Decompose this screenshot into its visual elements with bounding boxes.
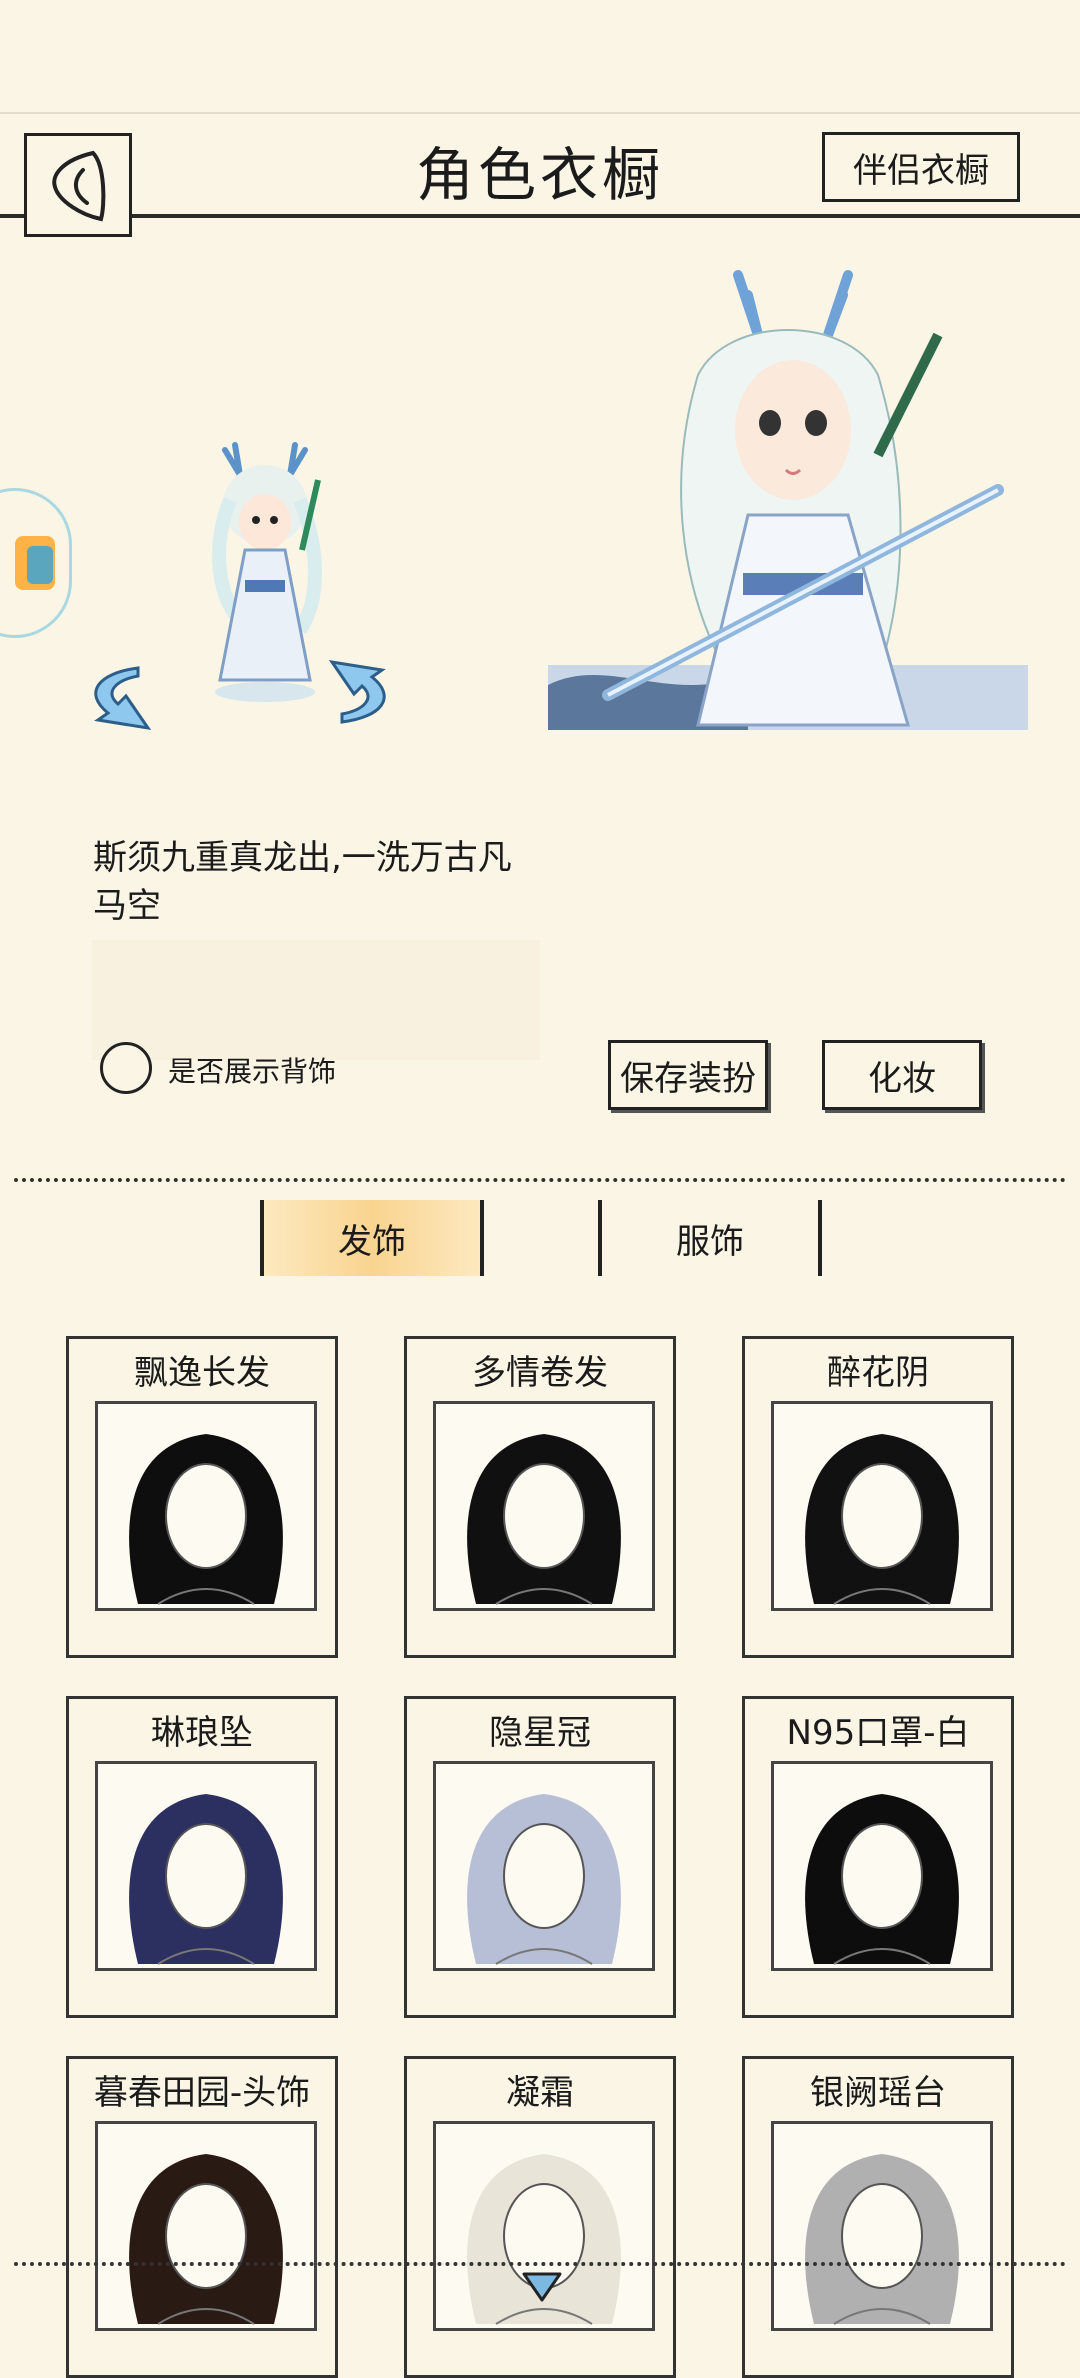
tab-clothing[interactable]: 服饰 [598,1200,822,1276]
show-back-accessory-radio[interactable] [100,1042,152,1094]
hair-item-card[interactable]: 银阙瑶台 [742,2056,1014,2378]
hair-item-name: 暮春田园-头饰 [93,2073,311,2113]
rotate-right-arrow-icon[interactable] [292,652,402,732]
hair-item-card[interactable]: 暮春田园-头饰 [66,2056,338,2378]
hair-item-card[interactable]: 琳琅坠 [66,1696,338,2018]
hair-item-name: 隐星冠 [489,1713,591,1753]
hair-item-name: 多情卷发 [472,1353,608,1393]
bottom-divider [14,2262,1066,2266]
hair-item-name: 银阙瑶台 [810,2073,946,2113]
hair-item-preview [95,1401,317,1611]
header-underline [0,214,1080,218]
hair-item-card[interactable]: 飘逸长发 [66,1336,338,1658]
app-logo-icon [15,536,55,590]
description-background [92,940,540,1060]
hair-item-card[interactable]: 醉花阴 [742,1336,1014,1658]
show-back-accessory-label: 是否展示背饰 [168,1055,337,1088]
floating-shortcut-icon[interactable] [0,488,72,638]
hair-item-preview [433,1761,655,1971]
hair-item-preview [95,1761,317,1971]
hair-item-card[interactable]: 多情卷发 [404,1336,676,1658]
hair-item-name: 醉花阴 [827,1353,929,1393]
hair-item-name: 飘逸长发 [134,1353,270,1393]
top-divider [0,112,1080,114]
character-portrait-illustration [548,270,1028,730]
hair-item-preview [771,1401,993,1611]
hair-item-card[interactable]: 隐星冠 [404,1696,676,2018]
makeup-button[interactable]: 化妆 [822,1040,982,1110]
save-outfit-button[interactable]: 保存装扮 [608,1040,768,1110]
hair-item-preview [95,2121,317,2331]
outfit-description: 斯须九重真龙出,一洗万古凡马空 [93,838,512,926]
rotate-left-arrow-icon[interactable] [78,658,188,738]
hair-item-name: 琳琅坠 [151,1713,253,1753]
hair-item-name: N95口罩-白 [786,1713,970,1753]
tab-hair-accessories[interactable]: 发饰 [260,1200,484,1276]
hair-item-preview [433,1401,655,1611]
hair-item-preview [771,1761,993,1971]
hair-item-card[interactable]: 凝霜 [404,2056,676,2378]
hair-item-name: 凝霜 [506,2073,574,2113]
scroll-down-icon[interactable] [520,2270,564,2304]
section-divider [14,1178,1066,1182]
hair-item-card[interactable]: N95口罩-白 [742,1696,1014,2018]
partner-wardrobe-button[interactable]: 伴侣衣橱 [822,132,1020,202]
hair-item-preview [771,2121,993,2331]
